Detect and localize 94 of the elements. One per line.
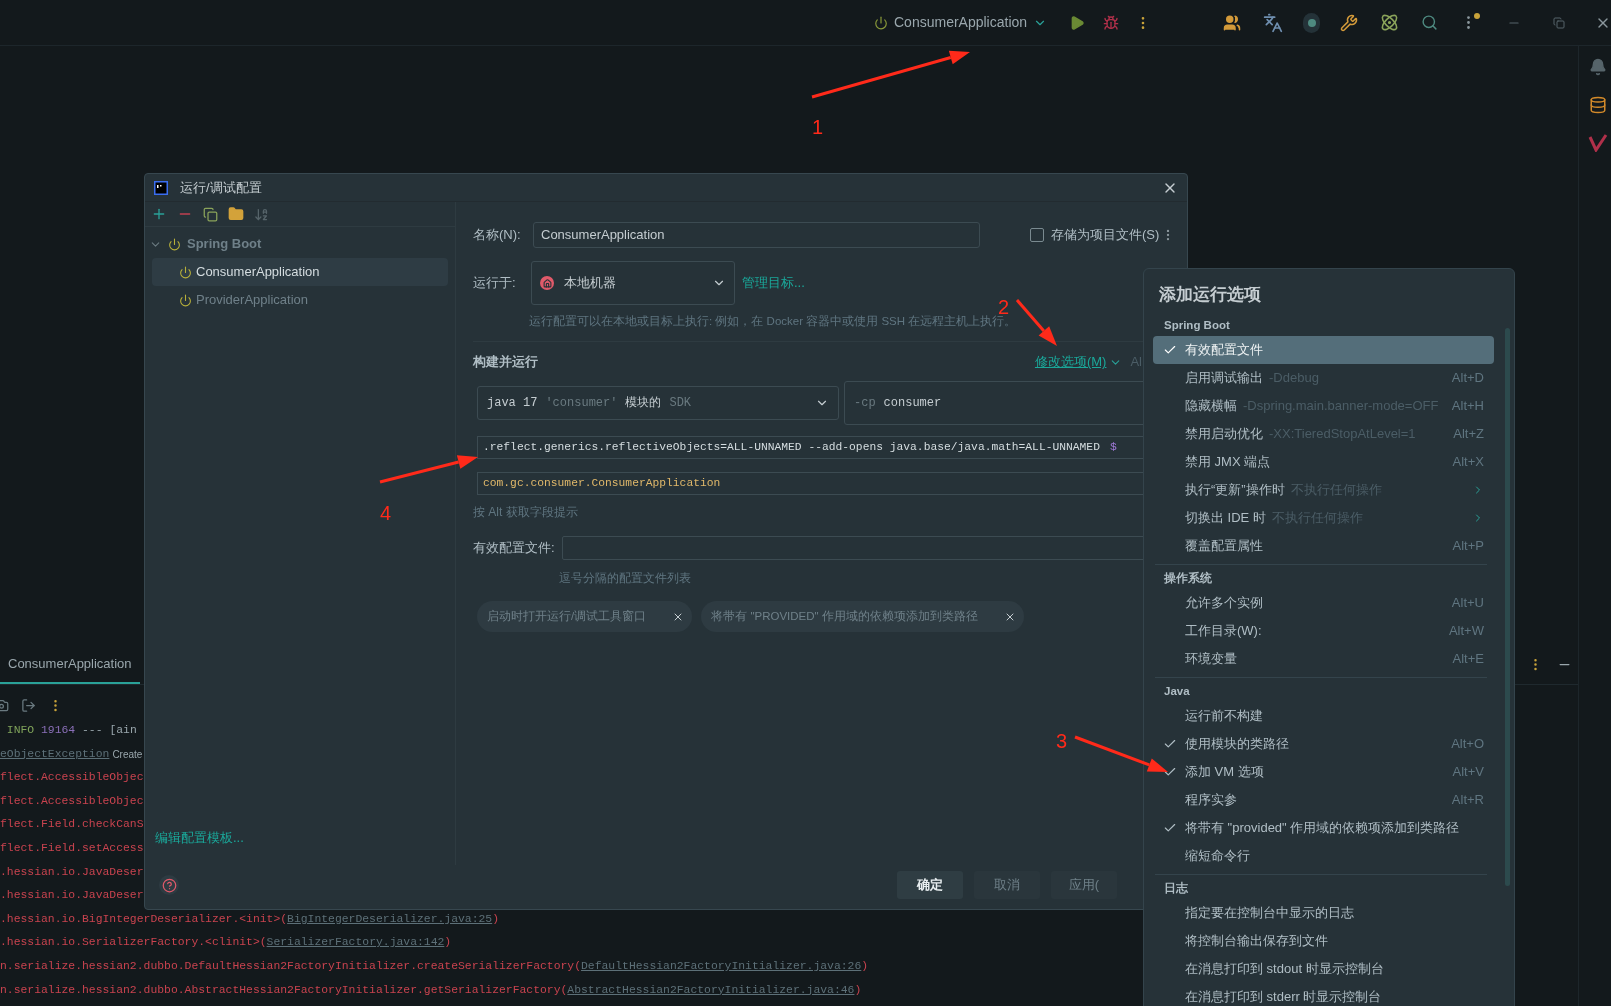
- field-label: 有效配置文件:: [473, 539, 556, 558]
- dialog-title: 运行/调试配置: [180, 178, 262, 197]
- check-icon: [1163, 765, 1177, 779]
- help-icon[interactable]: [159, 875, 179, 895]
- check-icon: [1163, 821, 1177, 835]
- modify-options-link[interactable]: 修改选项(M): [1034, 352, 1123, 372]
- v-logo-icon[interactable]: [1588, 134, 1608, 152]
- option-item[interactable]: 添加 VM 选项 Alt+V: [1153, 758, 1494, 786]
- target-dropdown[interactable]: 本地机器: [531, 261, 735, 305]
- log-text: ): [444, 935, 452, 951]
- field-label: 名称(N):: [473, 226, 522, 245]
- power-icon: [179, 265, 192, 279]
- manage-targets-link[interactable]: 管理目标...: [742, 273, 805, 293]
- run-config-selector[interactable]: ConsumerApplication: [870, 7, 1052, 38]
- log-text: flect.Field.checkCanS: [0, 817, 144, 833]
- log-link[interactable]: BigIntegerDeserializer.java:25: [287, 907, 493, 932]
- log-text: INFO: [5, 723, 35, 738]
- log-text: .hessian.io.SerializerFactory.<clinit>(: [0, 935, 267, 951]
- annotation-number: 1: [812, 115, 824, 140]
- home-icon: [540, 276, 554, 290]
- log-text: flect.AccessibleObjec: [0, 770, 144, 786]
- run-icon[interactable]: [1069, 14, 1086, 31]
- annotation-arrow: [1015, 299, 1057, 346]
- annotation-number: 3: [1056, 729, 1068, 754]
- bug-icon[interactable]: [1103, 14, 1120, 31]
- bell-icon[interactable]: [1589, 58, 1607, 76]
- log-text: .hessian.io.JavaDeser: [0, 864, 144, 880]
- section-header: 操作系统: [1164, 570, 1213, 587]
- popup-title: 添加运行选项: [1159, 284, 1262, 304]
- option-item[interactable]: 运行前不构建: [1153, 702, 1494, 730]
- section-header: Spring Boot: [1164, 318, 1231, 334]
- name-field[interactable]: ConsumerApplication: [533, 222, 980, 248]
- database-icon[interactable]: [1589, 96, 1607, 114]
- option-item[interactable]: 环境变量 Alt+E: [1153, 645, 1494, 673]
- exit-icon[interactable]: [21, 697, 36, 713]
- folder-icon[interactable]: [228, 206, 244, 222]
- log-link[interactable]: DefaultHessian2FactoryInitializer.java:26: [581, 954, 862, 979]
- hint-text: 按 Alt 获取字段提示: [473, 504, 578, 521]
- log-link[interactable]: eObjectException: [0, 742, 110, 767]
- log-text: --- [ain: [81, 723, 137, 738]
- log-text: ): [854, 982, 862, 998]
- console-tab[interactable]: ConsumerApplication: [0, 645, 140, 684]
- annotation-number: 4: [380, 501, 392, 526]
- check-icon: [1163, 343, 1177, 357]
- log-text: flect.AccessibleObjec: [0, 793, 144, 809]
- option-item[interactable]: 缩短命令行: [1153, 842, 1494, 870]
- section-header: 日志: [1164, 880, 1189, 897]
- log-link[interactable]: AbstractHessian2FactoryInitializer.java:46: [567, 978, 855, 1003]
- option-item[interactable]: 在消息打印到 stdout 时显示控制台: [1153, 955, 1494, 983]
- log-text: 19164: [40, 723, 76, 738]
- dialog-button[interactable]: 确定: [897, 871, 963, 899]
- copy-icon[interactable]: [203, 206, 218, 222]
- edit-templates-link[interactable]: 编辑配置模板...: [155, 827, 244, 847]
- power-icon: [179, 293, 192, 307]
- annotation-number: 2: [998, 295, 1010, 318]
- sdk-dropdown[interactable]: java 17 'consumer' 模块的 SDK: [477, 386, 839, 420]
- log-text: n.serialize.hessian2.dubbo.DefaultHessian2FactoryInitializer.createSerializerFactory(: [0, 958, 582, 974]
- field-label: 运行于:: [473, 274, 517, 293]
- log-text: flect.Field.setAccess: [0, 840, 144, 856]
- log-text: ): [492, 911, 499, 927]
- option-item[interactable]: 工作目录(W): Alt+W: [1153, 617, 1494, 645]
- macro-icon[interactable]: $: [1109, 439, 1117, 456]
- option-item[interactable]: 指定要在控制台中显示的日志: [1153, 899, 1494, 927]
- check-icon: [1163, 737, 1177, 751]
- log-text: .hessian.io.JavaDeser: [0, 888, 144, 904]
- option-item[interactable]: 将带有 "provided" 作用域的依赖项添加到类路径: [1153, 814, 1494, 842]
- add-icon[interactable]: [151, 206, 167, 222]
- log-text: n.serialize.hessian2.dubbo.AbstractHessian2FactoryInitializer.getSerializerFactory(: [0, 982, 568, 998]
- option-item[interactable]: 使用模块的类路径 Alt+O: [1153, 730, 1494, 758]
- app-logo-icon: [154, 180, 168, 195]
- tree-item[interactable]: ConsumerApplication: [152, 258, 448, 286]
- option-item[interactable]: 将控制台输出保存到文件: [1153, 927, 1494, 955]
- checkbox-label: 存储为项目文件(S): [1051, 226, 1160, 245]
- hint-text: 逗号分隔的配置文件列表: [559, 570, 691, 587]
- log-text: .hessian.io.BigIntegerDeserializer.<init>(: [0, 911, 288, 927]
- section-header: Java: [1164, 684, 1191, 700]
- option-item[interactable]: 在消息打印到 stderr 时显示控制台: [1153, 983, 1494, 1006]
- checkbox[interactable]: [1030, 228, 1044, 242]
- option-item[interactable]: 覆盖配置属性 Alt+P: [1153, 532, 1494, 560]
- atom-icon[interactable]: [1380, 13, 1399, 32]
- option-item[interactable]: 允许多个实例 Alt+U: [1153, 589, 1494, 617]
- scrollbar[interactable]: [1505, 328, 1510, 886]
- section-title: 构建并运行: [473, 353, 538, 372]
- translate-icon[interactable]: [1263, 12, 1284, 33]
- log-text: ): [861, 958, 869, 974]
- tools-icon[interactable]: [1340, 13, 1358, 32]
- power-icon: [168, 237, 181, 251]
- power-icon: [874, 15, 888, 30]
- search-icon[interactable]: [1421, 14, 1438, 31]
- log-text: Create: [112, 747, 143, 762]
- people-icon[interactable]: [1223, 13, 1242, 32]
- option-item[interactable]: 有效配置文件: [1153, 336, 1494, 364]
- option-item[interactable]: 程序实参 Alt+R: [1153, 786, 1494, 814]
- record-icon[interactable]: [1303, 12, 1320, 33]
